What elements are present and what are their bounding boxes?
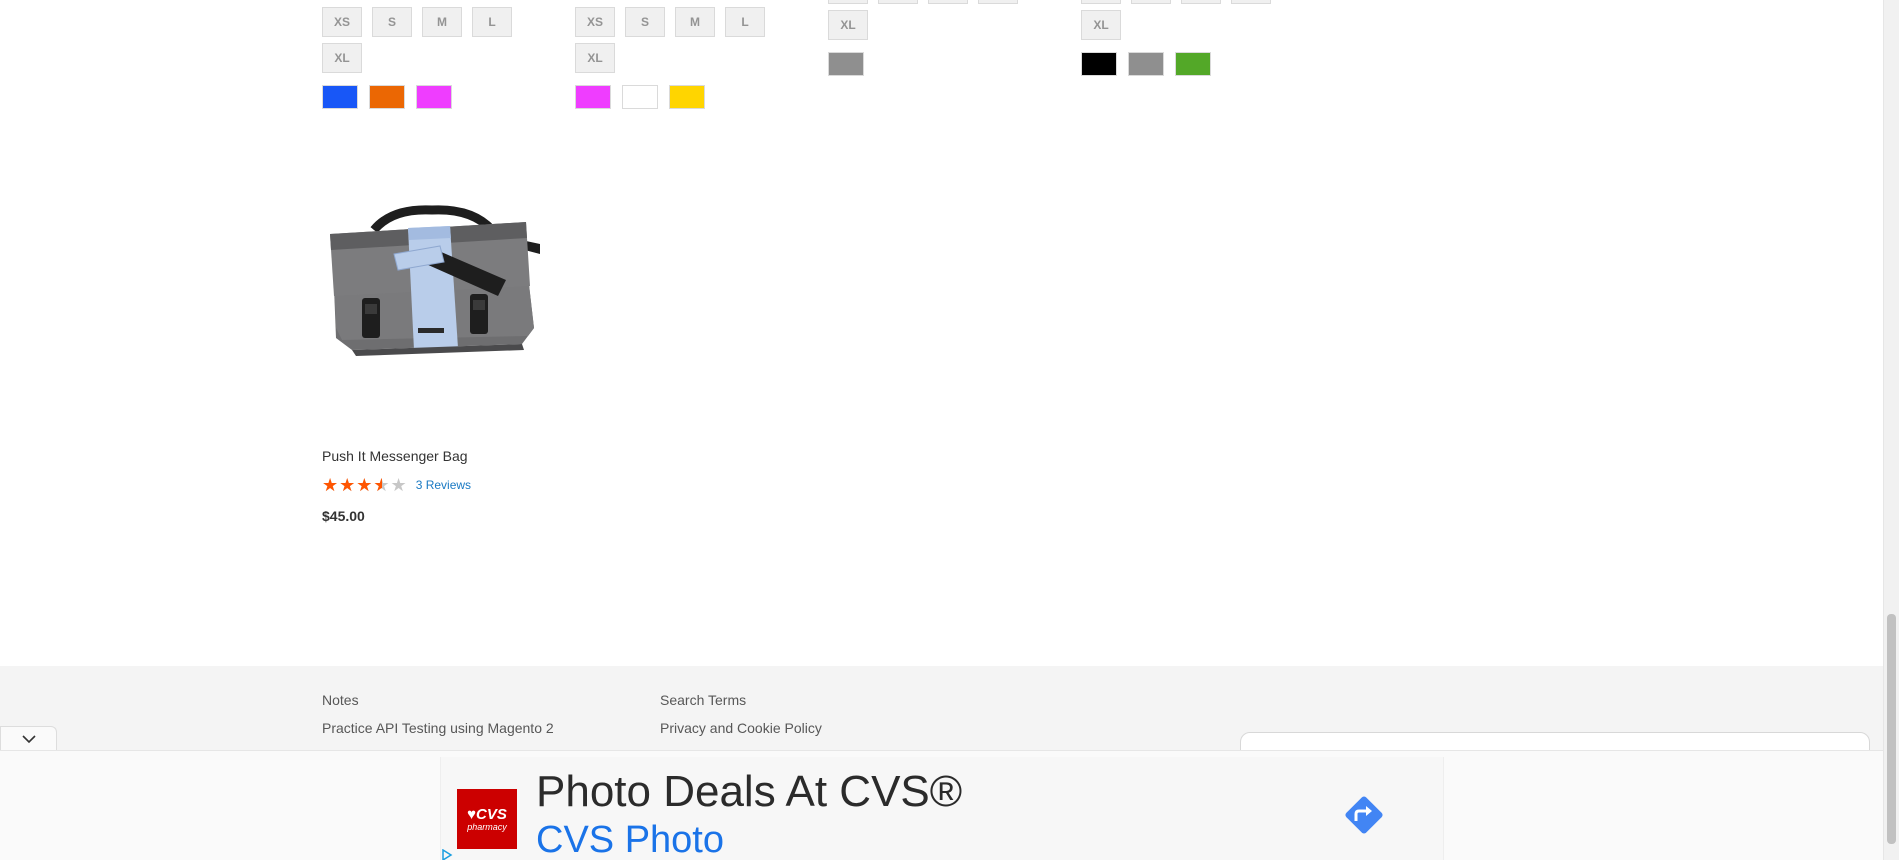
size-swatch-s[interactable]: [878, 0, 918, 4]
cvs-logo[interactable]: ♥CVS pharmacy: [457, 789, 517, 849]
size-swatch-s[interactable]: S: [625, 7, 665, 37]
ad-collapse-button[interactable]: [0, 726, 57, 751]
rating-stars: ★★★★★ ★★★★★: [322, 476, 408, 494]
color-swatch-row: [828, 52, 1018, 76]
size-swatch-row: XS S M L: [575, 7, 765, 37]
footer-link-search-terms[interactable]: Search Terms: [660, 686, 822, 714]
size-swatch-m[interactable]: [1181, 0, 1221, 4]
size-swatch-s[interactable]: [1131, 0, 1171, 4]
color-swatch-blue[interactable]: [322, 85, 358, 109]
color-swatch-yellow[interactable]: [669, 85, 705, 109]
ad-headline[interactable]: Photo Deals At CVS®: [536, 767, 962, 817]
footer-link-notes[interactable]: Notes: [322, 686, 554, 714]
size-swatch-xl[interactable]: XL: [322, 43, 362, 73]
size-swatch-row: [828, 0, 1018, 4]
size-swatch-xs[interactable]: XS: [322, 7, 362, 37]
reviews-link[interactable]: 3 Reviews: [416, 478, 471, 492]
product-swatches-4: XL: [1081, 0, 1271, 76]
size-swatch-l[interactable]: L: [472, 7, 512, 37]
color-swatch-row: [575, 85, 765, 109]
color-swatch-black[interactable]: [1081, 52, 1117, 76]
cvs-logo-text: ♥CVS: [467, 805, 507, 823]
size-swatch-row: XL: [1081, 10, 1271, 40]
size-swatch-xl[interactable]: XL: [1081, 10, 1121, 40]
color-swatch-gray[interactable]: [1128, 52, 1164, 76]
size-swatch-xs[interactable]: [828, 0, 868, 4]
chevron-down-icon: [21, 735, 36, 744]
product-price: $45.00: [322, 508, 365, 524]
size-swatch-xs[interactable]: XS: [575, 7, 615, 37]
scrollbar[interactable]: [1883, 0, 1899, 860]
scrollbar-thumb[interactable]: [1887, 614, 1896, 844]
size-swatch-l[interactable]: [1231, 0, 1271, 4]
color-swatch-purple[interactable]: [416, 85, 452, 109]
page: XS S M L XL XS S M L XL XL XL Push It Me…: [0, 0, 1883, 860]
color-swatch-orange[interactable]: [369, 85, 405, 109]
footer-link-privacy[interactable]: Privacy and Cookie Policy: [660, 714, 822, 742]
ad-banner: ♥CVS pharmacy Photo Deals At CVS® CVS Ph…: [0, 750, 1883, 860]
directions-arrow-icon[interactable]: [1340, 791, 1388, 839]
product-swatches-2: XS S M L XL: [575, 7, 765, 109]
size-swatch-m[interactable]: [928, 0, 968, 4]
product-image[interactable]: [322, 178, 552, 408]
size-swatch-row: [1081, 0, 1271, 4]
size-swatch-row: XL: [322, 43, 512, 73]
product-swatches-1: XS S M L XL: [322, 7, 512, 109]
product-card: Push It Messenger Bag ★★★★★ ★★★★★ 3 Revi…: [322, 178, 552, 524]
product-swatches-3: XL: [828, 0, 1018, 76]
size-swatch-xl[interactable]: XL: [575, 43, 615, 73]
product-name-link[interactable]: Push It Messenger Bag: [322, 448, 552, 464]
adchoices-icon[interactable]: [441, 849, 453, 860]
rating-summary: ★★★★★ ★★★★★ 3 Reviews: [322, 476, 552, 494]
size-swatch-xs[interactable]: [1081, 0, 1121, 4]
color-swatch-row: [322, 85, 512, 109]
color-swatch-row: [1081, 52, 1271, 76]
ad-brand-link[interactable]: CVS Photo: [536, 819, 724, 860]
size-swatch-row: XL: [828, 10, 1018, 40]
ad-unit[interactable]: ♥CVS pharmacy Photo Deals At CVS® CVS Ph…: [440, 757, 1444, 860]
size-swatch-xl[interactable]: XL: [828, 10, 868, 40]
color-swatch-purple[interactable]: [575, 85, 611, 109]
footer-link-api-testing[interactable]: Practice API Testing using Magento 2: [322, 714, 554, 742]
size-swatch-s[interactable]: S: [372, 7, 412, 37]
size-swatch-m[interactable]: M: [675, 7, 715, 37]
color-swatch-white[interactable]: [622, 85, 658, 109]
rating-stars-filled: ★★★★★: [322, 476, 382, 494]
size-swatch-l[interactable]: L: [725, 7, 765, 37]
size-swatch-row: XL: [575, 43, 765, 73]
color-swatch-green[interactable]: [1175, 52, 1211, 76]
size-swatch-m[interactable]: M: [422, 7, 462, 37]
size-swatch-l[interactable]: [978, 0, 1018, 4]
cvs-logo-subtext: pharmacy: [467, 821, 507, 832]
size-swatch-row: XS S M L: [322, 7, 512, 37]
color-swatch-gray[interactable]: [828, 52, 864, 76]
